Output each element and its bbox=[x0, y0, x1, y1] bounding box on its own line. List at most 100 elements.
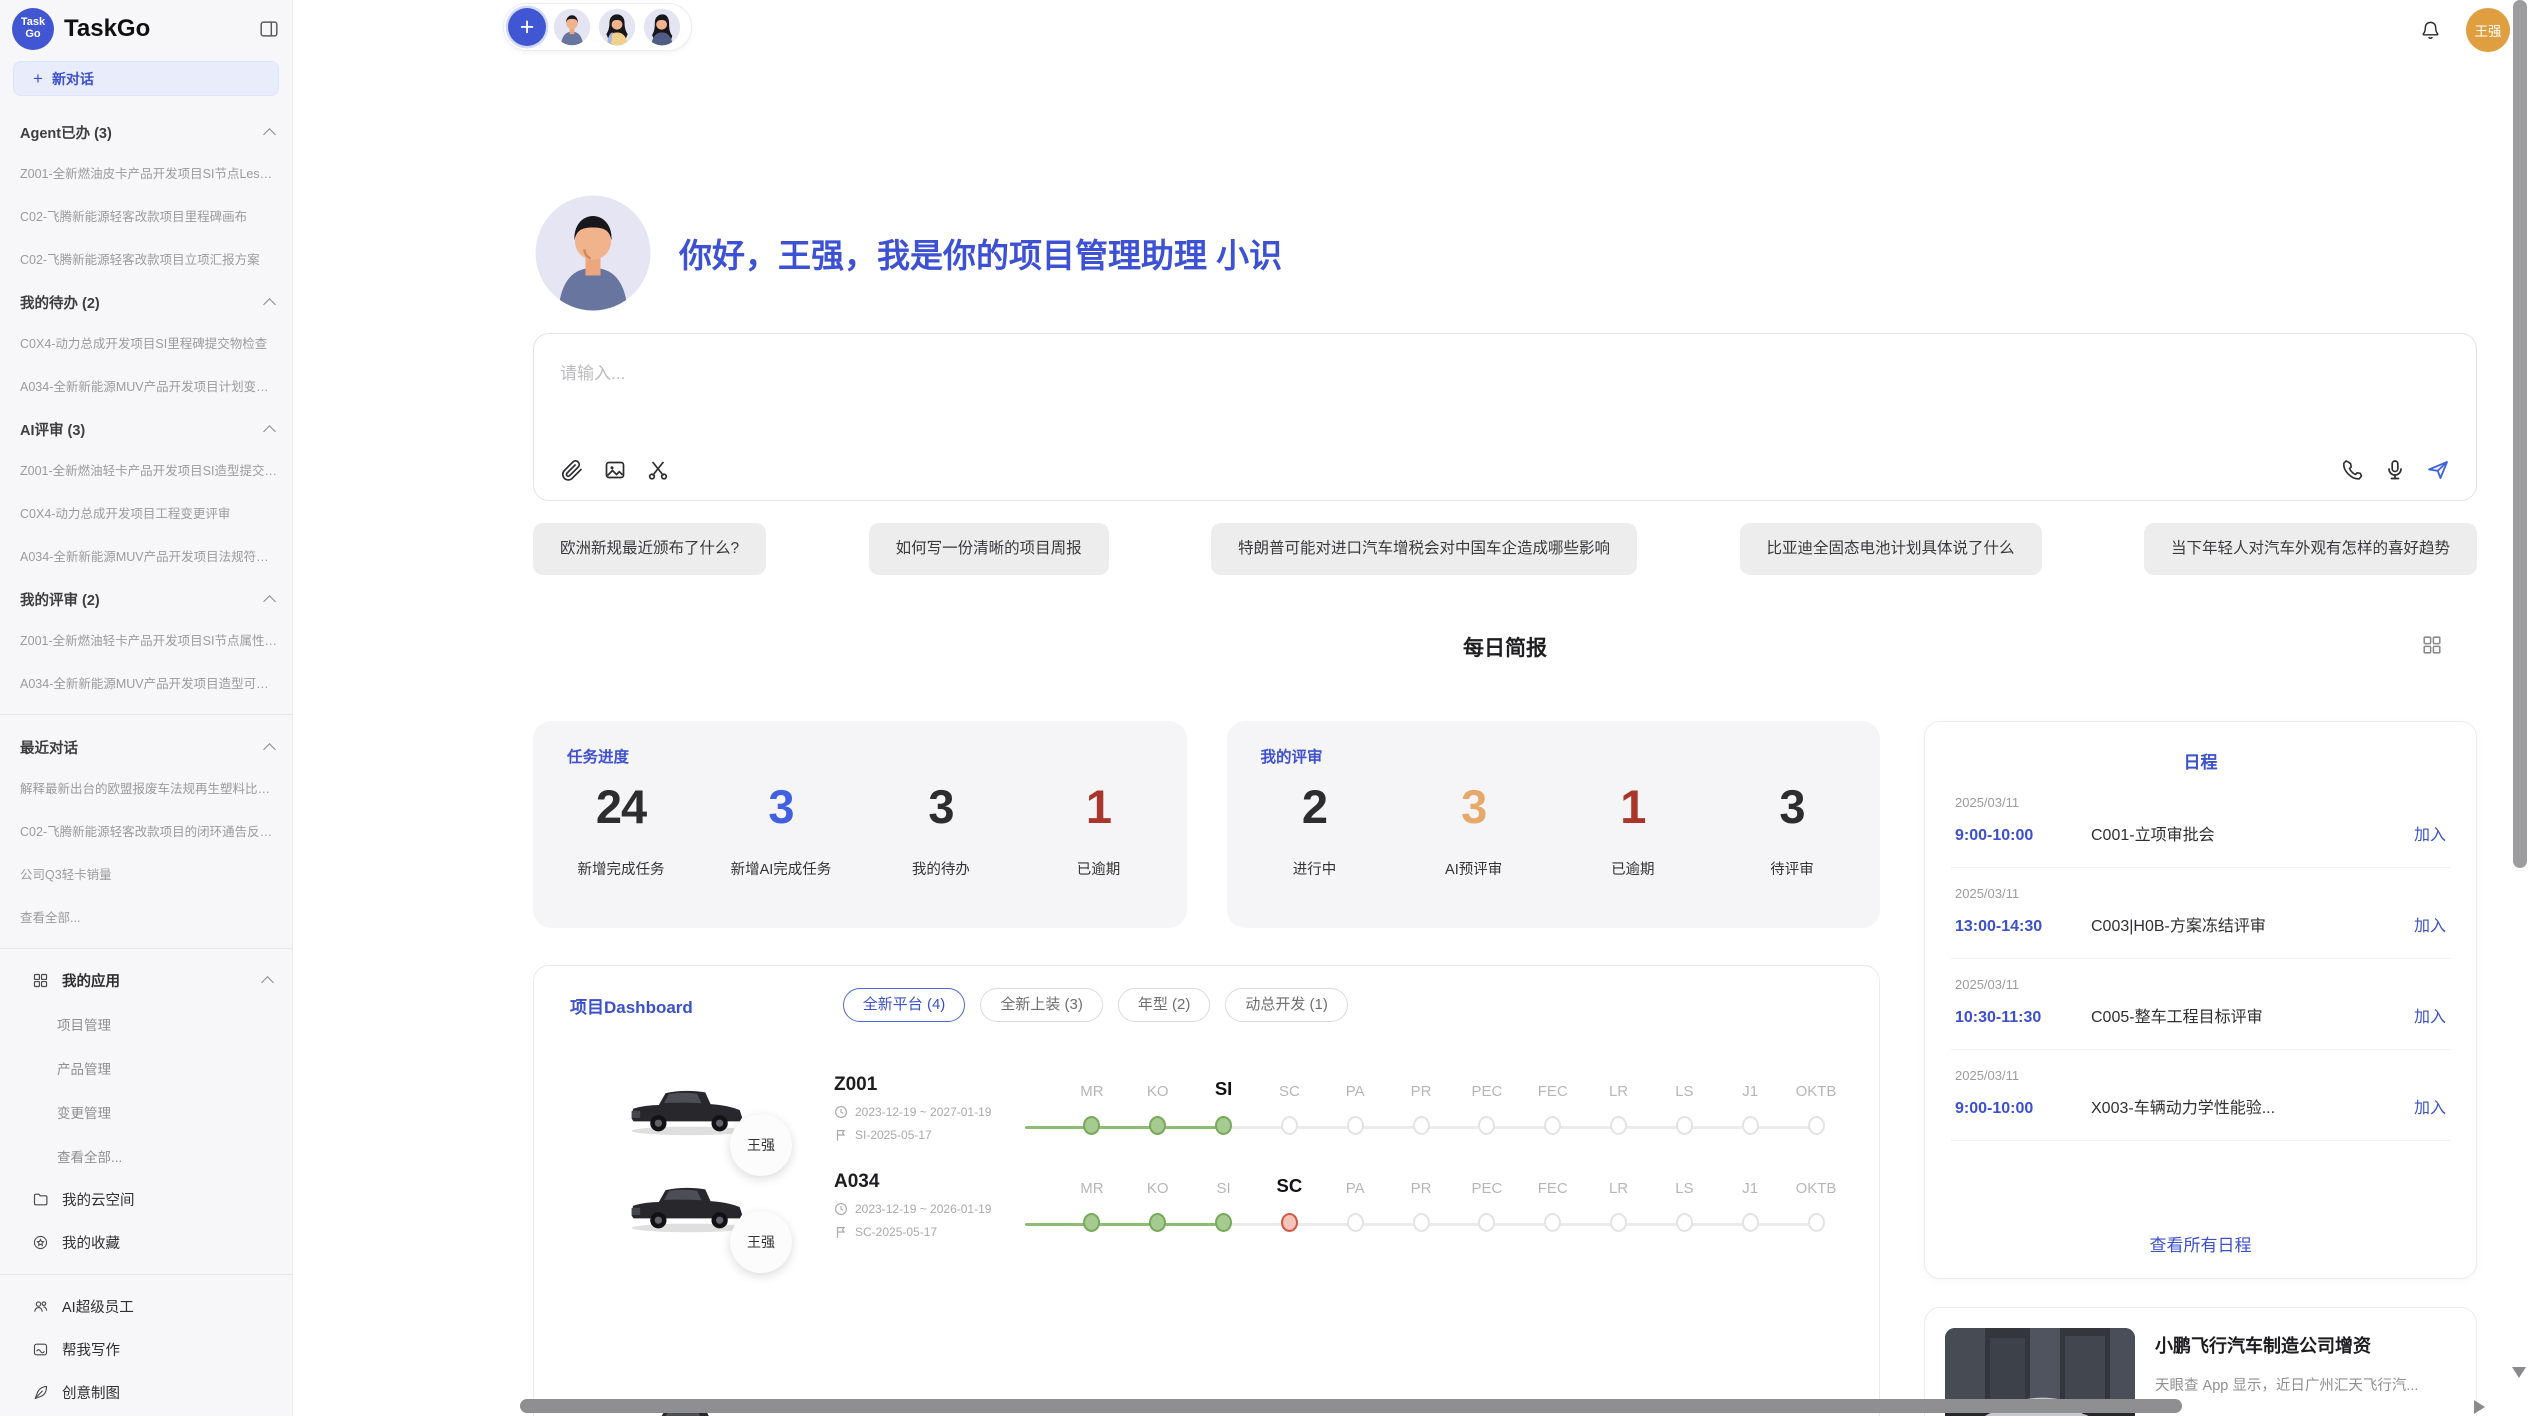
milestone[interactable]: SI bbox=[1191, 1076, 1257, 1135]
scroll-right-arrow[interactable] bbox=[2474, 1400, 2485, 1414]
milestone[interactable]: PR bbox=[1388, 1173, 1454, 1232]
view-all-schedule-link[interactable]: 查看所有日程 bbox=[1951, 1209, 2450, 1266]
user-avatar[interactable]: 王强 bbox=[2466, 8, 2510, 52]
new-chat-button[interactable]: + 新对话 bbox=[13, 61, 279, 96]
attachment-icon[interactable] bbox=[560, 458, 584, 482]
join-link[interactable]: 加入 bbox=[2404, 1003, 2446, 1027]
milestone-dot bbox=[1544, 1116, 1561, 1135]
horizontal-scrollbar[interactable] bbox=[520, 1399, 2182, 1413]
recent-chat-item[interactable]: 查看全部... bbox=[0, 895, 292, 938]
scroll-down-arrow[interactable] bbox=[2512, 1367, 2526, 1378]
project-code[interactable]: A034 bbox=[834, 1171, 1059, 1193]
milestone[interactable]: PEC bbox=[1454, 1173, 1520, 1232]
suggestion-chip[interactable]: 当下年轻人对汽车外观有怎样的喜好趋势 bbox=[2144, 523, 2477, 575]
sidebar-task-item[interactable]: A034-全新新能源MUV产品开发项目计划变更表编写 bbox=[0, 364, 292, 407]
avatar[interactable] bbox=[553, 8, 591, 46]
milestone[interactable]: LR bbox=[1586, 1076, 1652, 1135]
sidebar-task-item[interactable]: Z001-全新燃油轻卡产品开发项目SI节点属性5D文件评审 bbox=[0, 618, 292, 661]
sidebar-item-cloud[interactable]: 我的云空间 bbox=[0, 1178, 292, 1221]
sidebar-task-item[interactable]: C0X4-动力总成开发项目工程变更评审 bbox=[0, 491, 292, 534]
project-code[interactable]: Z001 bbox=[834, 1074, 1059, 1096]
sidebar-task-item[interactable]: A034-全新新能源MUV产品开发项目造型可行性评审 bbox=[0, 661, 292, 704]
app-item[interactable]: 变更管理 bbox=[0, 1090, 292, 1134]
recent-chat-item[interactable]: C02-飞腾新能源轻客改款项目的闭环通告反馈情况 bbox=[0, 809, 292, 852]
sidebar-collapse-icon[interactable] bbox=[258, 18, 280, 40]
notification-bell-icon[interactable] bbox=[2419, 19, 2442, 42]
dashboard-filter[interactable]: 年型 (2) bbox=[1118, 988, 1211, 1022]
sidebar-item-ai-staff[interactable]: AI超级员工 bbox=[0, 1285, 292, 1328]
sidebar-task-item[interactable]: C02-飞腾新能源轻客改款项目里程碑画布 bbox=[0, 194, 292, 237]
milestone[interactable]: LS bbox=[1651, 1173, 1717, 1232]
sidebar-task-item[interactable]: A034-全新新能源MUV产品开发项目法规符合性评审 bbox=[0, 534, 292, 577]
dashboard-filter[interactable]: 动总开发 (1) bbox=[1225, 988, 1348, 1022]
layout-grid-icon[interactable] bbox=[2421, 634, 2443, 656]
milestone[interactable]: PA bbox=[1322, 1076, 1388, 1135]
join-link[interactable]: 加入 bbox=[2404, 1094, 2446, 1118]
milestone[interactable]: KO bbox=[1125, 1076, 1191, 1135]
phone-icon[interactable] bbox=[2340, 458, 2364, 482]
milestone[interactable]: LS bbox=[1651, 1076, 1717, 1135]
chevron-up-icon bbox=[263, 425, 276, 438]
sidebar-item-favorites[interactable]: 我的收藏 bbox=[0, 1221, 292, 1264]
chat-input[interactable] bbox=[560, 358, 2450, 390]
sidebar-task-item[interactable]: Z001-全新燃油轻卡产品开发项目SI造型提交物评审 bbox=[0, 448, 292, 491]
milestone[interactable]: PR bbox=[1388, 1076, 1454, 1135]
milestone[interactable]: SI bbox=[1191, 1173, 1257, 1232]
suggestion-chip[interactable]: 特朗普可能对进口汽车增税会对中国车企造成哪些影响 bbox=[1211, 523, 1637, 575]
milestone-label: PA bbox=[1346, 1076, 1365, 1100]
dashboard-filter[interactable]: 全新上装 (3) bbox=[980, 988, 1103, 1022]
stat-value: 3 bbox=[1744, 779, 1840, 834]
milestone[interactable]: J1 bbox=[1717, 1076, 1783, 1135]
scissors-icon[interactable] bbox=[646, 458, 670, 482]
sidebar-task-item[interactable]: C0X4-动力总成开发项目SI里程碑提交物检查 bbox=[0, 321, 292, 364]
milestone-label: KO bbox=[1147, 1076, 1169, 1100]
stat-label: 待评审 bbox=[1744, 858, 1840, 879]
milestone[interactable]: SC bbox=[1256, 1076, 1322, 1135]
milestone[interactable]: J1 bbox=[1717, 1173, 1783, 1232]
sidebar-section-header[interactable]: 我的评审 (2) bbox=[0, 577, 292, 618]
milestone[interactable]: KO bbox=[1125, 1173, 1191, 1232]
milestone[interactable]: PEC bbox=[1454, 1076, 1520, 1135]
send-icon[interactable] bbox=[2426, 458, 2450, 482]
sidebar-task-item[interactable]: C02-飞腾新能源轻客改款项目立项汇报方案 bbox=[0, 237, 292, 280]
join-link[interactable]: 加入 bbox=[2404, 821, 2446, 845]
milestone[interactable]: OKTB bbox=[1783, 1076, 1849, 1135]
sidebar-item-draw[interactable]: 创意制图 bbox=[0, 1371, 292, 1414]
milestone[interactable]: FEC bbox=[1520, 1076, 1586, 1135]
recent-section-header[interactable]: 最近对话 bbox=[0, 725, 292, 766]
recent-chat-item[interactable]: 公司Q3轻卡销量 bbox=[0, 852, 292, 895]
stat-card-title: 我的评审 bbox=[1261, 745, 1847, 767]
avatar[interactable] bbox=[598, 8, 636, 46]
avatar[interactable] bbox=[643, 8, 681, 46]
recent-chat-item[interactable]: 解释最新出台的欧盟报废车法规再生塑料比例被调至15%... bbox=[0, 766, 292, 809]
milestone[interactable]: PA bbox=[1322, 1173, 1388, 1232]
mic-icon[interactable] bbox=[2383, 458, 2407, 482]
milestone[interactable]: MR bbox=[1059, 1076, 1125, 1135]
milestone[interactable]: SC bbox=[1256, 1173, 1322, 1232]
add-conversation-button[interactable]: + bbox=[508, 8, 546, 46]
project-dates: 2023-12-19 ~ 2027-01-19 bbox=[834, 1105, 1059, 1119]
image-icon[interactable] bbox=[603, 458, 627, 482]
sidebar-item-write[interactable]: 帮我写作 bbox=[0, 1328, 292, 1371]
suggestion-chip[interactable]: 如何写一份清晰的项目周报 bbox=[869, 523, 1109, 575]
greeting-row: 你好，王强，我是你的项目管理助理 小识 bbox=[533, 193, 2477, 313]
app-item[interactable]: 查看全部... bbox=[0, 1134, 292, 1178]
schedule-list: 2025/03/119:00-10:00C001-立项审批会加入2025/03/… bbox=[1951, 777, 2450, 1141]
sidebar-section-header[interactable]: 我的待办 (2) bbox=[0, 280, 292, 321]
join-link[interactable]: 加入 bbox=[2404, 912, 2446, 936]
logo-text-bottom: Go bbox=[25, 29, 40, 41]
milestone[interactable]: MR bbox=[1059, 1173, 1125, 1232]
my-apps-header[interactable]: 我的应用 bbox=[0, 959, 292, 1002]
suggestion-chip[interactable]: 比亚迪全固态电池计划具体说了什么 bbox=[1740, 523, 2042, 575]
milestone[interactable]: FEC bbox=[1520, 1173, 1586, 1232]
sidebar-task-item[interactable]: Z001-全新燃油皮卡产品开发项目SI节点Lesson Learn报告 bbox=[0, 151, 292, 194]
sidebar-section-header[interactable]: AI评审 (3) bbox=[0, 407, 292, 448]
app-item[interactable]: 项目管理 bbox=[0, 1002, 292, 1046]
suggestion-chip[interactable]: 欧洲新规最近颁布了什么? bbox=[533, 523, 766, 575]
sidebar-section-header[interactable]: Agent已办 (3) bbox=[0, 110, 292, 151]
milestone[interactable]: LR bbox=[1586, 1173, 1652, 1232]
dashboard-filter[interactable]: 全新平台 (4) bbox=[843, 988, 966, 1022]
app-item[interactable]: 产品管理 bbox=[0, 1046, 292, 1090]
milestone[interactable]: OKTB bbox=[1783, 1173, 1849, 1232]
vertical-scrollbar[interactable] bbox=[2513, 0, 2527, 868]
